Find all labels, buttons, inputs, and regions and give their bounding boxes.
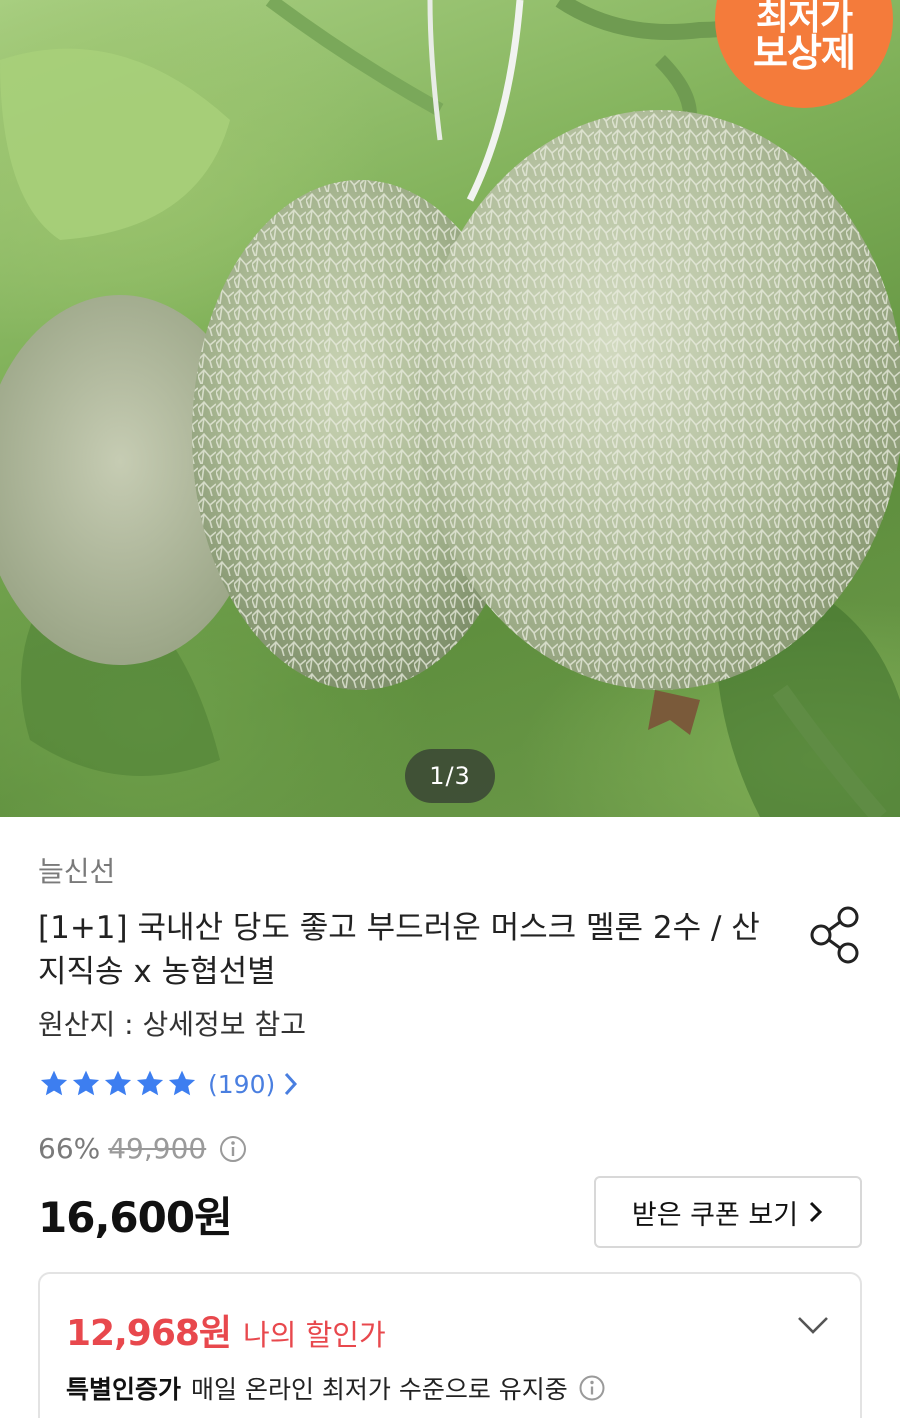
star-icon bbox=[72, 1070, 100, 1096]
product-title: [1+1] 국내산 당도 좋고 부드러운 머스크 멜론 2수 / 산지직송 x … bbox=[38, 910, 760, 990]
my-discount-price-row: 12,968원 나의 할인가 bbox=[66, 1304, 386, 1356]
my-discount-price: 12,968원 bbox=[66, 1313, 232, 1354]
image-page-indicator: 1/3 bbox=[405, 749, 495, 803]
star-rating bbox=[38, 1068, 198, 1100]
star-icon bbox=[40, 1070, 68, 1096]
melon-photo bbox=[0, 0, 900, 817]
review-count[interactable]: (190) bbox=[208, 1070, 275, 1099]
share-icon bbox=[810, 906, 859, 964]
discount-row: 66% 49,900 bbox=[38, 1132, 248, 1165]
info-icon[interactable] bbox=[218, 1134, 248, 1164]
view-coupons-button[interactable]: 받은 쿠폰 보기 bbox=[594, 1176, 862, 1248]
my-discount-price-panel[interactable]: 12,968원 나의 할인가 특별인증가 매일 온라인 최저가 수준으로 유지중 bbox=[38, 1272, 862, 1418]
share-button[interactable] bbox=[806, 904, 864, 966]
brand-name[interactable]: 늘신선 bbox=[38, 850, 115, 890]
info-icon[interactable] bbox=[578, 1374, 606, 1402]
chevron-right-icon bbox=[285, 1072, 298, 1096]
cert-text: 매일 온라인 최저가 수준으로 유지중 bbox=[191, 1375, 568, 1404]
special-certified-price-row: 특별인증가 매일 온라인 최저가 수준으로 유지중 bbox=[66, 1370, 606, 1406]
original-price: 49,900 bbox=[108, 1132, 207, 1165]
rating-row[interactable]: (190) bbox=[38, 1068, 299, 1100]
star-icon bbox=[168, 1070, 196, 1096]
cert-title: 특별인증가 bbox=[66, 1375, 182, 1404]
star-icon bbox=[136, 1070, 164, 1096]
my-discount-label: 나의 할인가 bbox=[243, 1318, 386, 1352]
chevron-right-icon bbox=[810, 1201, 823, 1223]
star-icon bbox=[104, 1070, 132, 1096]
badge-line2: 보상제 bbox=[753, 31, 856, 75]
product-image[interactable]: 최저가 보상제 1/3 bbox=[0, 0, 900, 817]
discount-rate: 66% bbox=[38, 1132, 101, 1165]
chevron-down-icon[interactable] bbox=[796, 1314, 830, 1336]
view-coupons-label: 받은 쿠폰 보기 bbox=[631, 1199, 799, 1231]
sale-price: 16,600원 bbox=[38, 1193, 233, 1242]
origin-info: 원산지 : 상세정보 참고 bbox=[38, 1008, 306, 1041]
